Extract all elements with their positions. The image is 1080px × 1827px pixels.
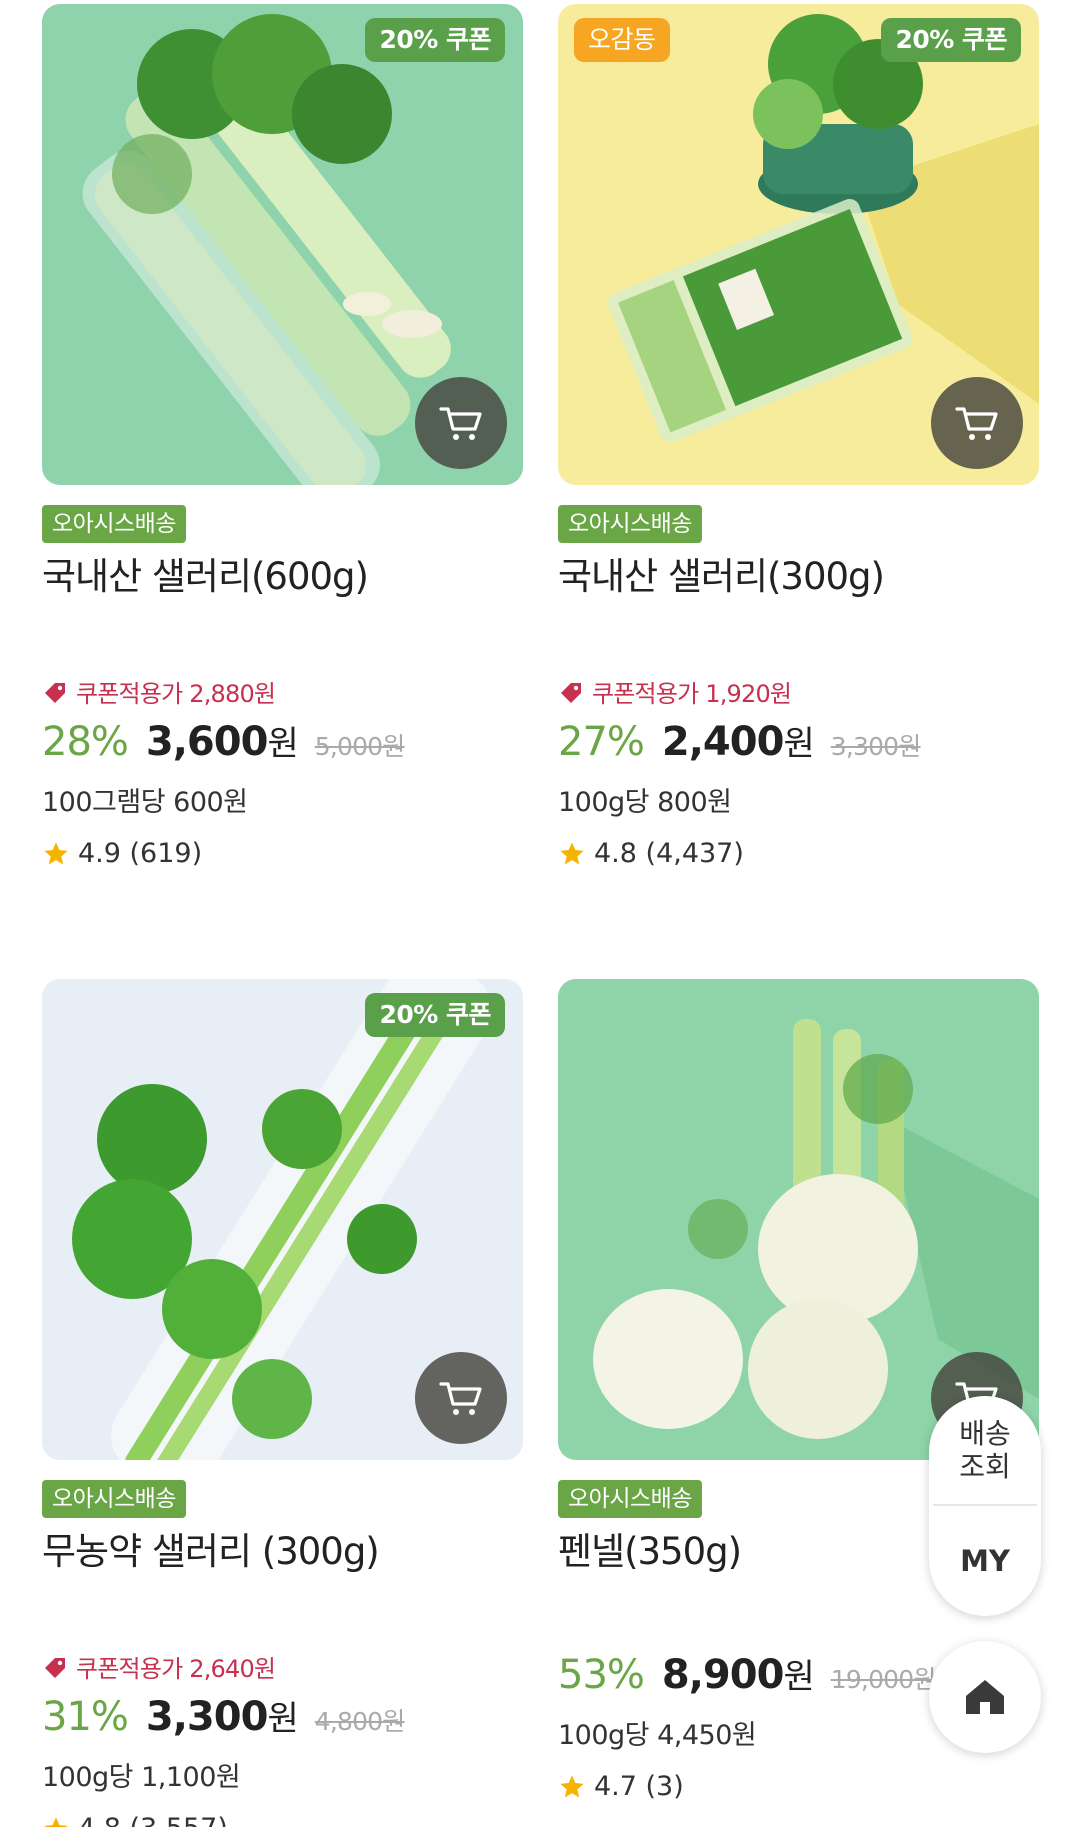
product-image[interactable]: 20% 쿠폰 xyxy=(42,4,523,485)
delivery-tracking-button[interactable]: 배송 조회 xyxy=(929,1396,1041,1504)
unit-price: 100g당 1,100원 xyxy=(42,1762,241,1793)
rating: 4.8 (4,437) xyxy=(558,838,744,869)
coupon-badge: 20% 쿠폰 xyxy=(365,18,505,62)
rating-text: 4.8 (3,557) xyxy=(78,1813,228,1827)
product-image[interactable] xyxy=(558,979,1039,1460)
sale-price: 8,900 xyxy=(661,1652,785,1698)
rating-text: 4.8 (4,437) xyxy=(594,838,744,869)
cart-icon xyxy=(439,1382,482,1415)
coupon-price-text: 쿠폰적용가 1,920원 xyxy=(592,680,792,708)
price-tag-icon xyxy=(45,682,65,703)
product-card[interactable]: 오감동 20% 쿠폰 오아시스배송 국내산 샐러리(300g) 쿠폰적용가 1,… xyxy=(558,4,1039,869)
original-price: 3,300원 xyxy=(830,732,922,761)
price-line: 27% 2,400 원 3,300원 xyxy=(558,716,921,765)
coupon-price-text: 쿠폰적용가 2,640원 xyxy=(76,1655,276,1683)
delivery-tracking-label-2: 조회 xyxy=(959,1450,1011,1483)
price-line: 53% 8,900 원 19,000원 xyxy=(558,1649,936,1698)
coupon-price-text: 쿠폰적용가 2,880원 xyxy=(76,680,276,708)
sale-price: 3,300 xyxy=(145,1694,269,1740)
coupon-price: 쿠폰적용가 2,640원 xyxy=(42,1649,276,1684)
discount-rate: 31% xyxy=(42,1694,129,1740)
product-card[interactable]: 20% 쿠폰 오아시스배송 국내산 샐러리(600g) 쿠폰적용가 2,880원… xyxy=(42,4,523,869)
cart-icon xyxy=(439,407,482,440)
product-image[interactable]: 20% 쿠폰 xyxy=(42,979,523,1460)
add-to-cart-button[interactable] xyxy=(415,1352,507,1444)
coupon-badge: 20% 쿠폰 xyxy=(881,18,1021,62)
rating: 4.7 (3) xyxy=(558,1771,684,1802)
price-line: 31% 3,300 원 4,800원 xyxy=(42,1691,405,1740)
delivery-tag: 오아시스배송 xyxy=(558,1480,702,1518)
cart-icon xyxy=(955,407,998,440)
unit-price: 100g당 4,450원 xyxy=(558,1720,757,1751)
product-title[interactable]: 국내산 샐러리(300g) xyxy=(558,551,1039,611)
rating-text: 4.9 (619) xyxy=(78,838,203,869)
original-price: 19,000원 xyxy=(830,1665,937,1694)
unit-price: 100g당 800원 xyxy=(558,787,732,818)
original-price: 5,000원 xyxy=(314,732,406,761)
delivery-tag: 오아시스배송 xyxy=(558,505,702,543)
delivery-tag: 오아시스배송 xyxy=(42,1480,186,1518)
star-icon xyxy=(44,1816,68,1827)
delivery-tracking-label-1: 배송 xyxy=(959,1417,1011,1450)
currency-unit: 원 xyxy=(783,724,815,764)
discount-rate: 27% xyxy=(558,719,645,765)
currency-unit: 원 xyxy=(267,724,299,764)
rating: 4.9 (619) xyxy=(42,838,202,869)
special-badge: 오감동 xyxy=(574,18,670,62)
star-icon xyxy=(560,841,584,864)
product-title[interactable]: 국내산 샐러리(600g) xyxy=(42,551,523,611)
coupon-price: 쿠폰적용가 2,880원 xyxy=(42,674,276,709)
floating-menu: 배송 조회 MY xyxy=(929,1396,1041,1616)
home-icon xyxy=(966,1680,1004,1714)
coupon-price: 쿠폰적용가 1,920원 xyxy=(558,674,792,709)
currency-unit: 원 xyxy=(783,1657,815,1697)
product-card[interactable]: 20% 쿠폰 오아시스배송 무농약 샐러리 (300g) 쿠폰적용가 2,640… xyxy=(42,979,523,1827)
star-icon xyxy=(560,1774,584,1797)
my-page-button[interactable]: MY xyxy=(929,1506,1041,1616)
price-tag-icon xyxy=(45,1657,65,1678)
coupon-badge: 20% 쿠폰 xyxy=(365,993,505,1037)
original-price: 4,800원 xyxy=(314,1707,406,1736)
unit-price: 100그램당 600원 xyxy=(42,787,248,818)
delivery-tag: 오아시스배송 xyxy=(42,505,186,543)
sale-price: 3,600 xyxy=(145,719,269,765)
rating: 4.8 (3,557) xyxy=(42,1813,228,1827)
price-line: 28% 3,600 원 5,000원 xyxy=(42,716,405,765)
product-image[interactable]: 오감동 20% 쿠폰 xyxy=(558,4,1039,485)
discount-rate: 53% xyxy=(558,1652,645,1698)
currency-unit: 원 xyxy=(267,1699,299,1739)
add-to-cart-button[interactable] xyxy=(931,377,1023,469)
discount-rate: 28% xyxy=(42,719,129,765)
price-tag-icon xyxy=(561,682,581,703)
home-button[interactable] xyxy=(929,1641,1041,1753)
rating-text: 4.7 (3) xyxy=(594,1771,684,1802)
product-title[interactable]: 무농약 샐러리 (300g) xyxy=(42,1526,523,1586)
star-icon xyxy=(44,841,68,864)
add-to-cart-button[interactable] xyxy=(415,377,507,469)
sale-price: 2,400 xyxy=(661,719,785,765)
